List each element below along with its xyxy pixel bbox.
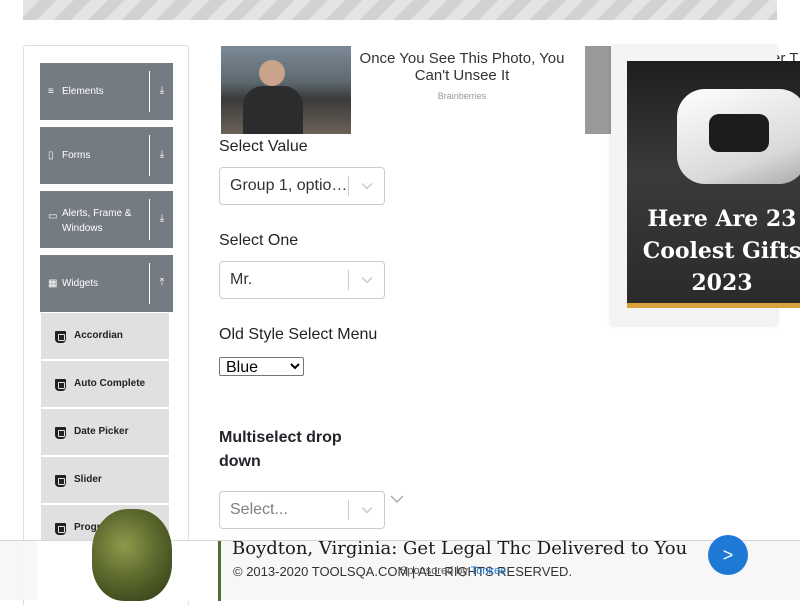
video-ad-caption[interactable]: Here Are 23 Coolest Gifts 2023 bbox=[627, 203, 800, 299]
video-ad-product-image bbox=[677, 89, 800, 184]
select-separator bbox=[348, 270, 349, 290]
multiselect-label: Multiselect drop down bbox=[219, 429, 342, 470]
document-icon: ▯ bbox=[48, 150, 54, 161]
multiselect-dropdown[interactable]: Select... bbox=[219, 491, 385, 529]
ad-source[interactable]: Brainberries bbox=[352, 91, 572, 101]
hamburger-icon: ≡ bbox=[48, 86, 54, 97]
sidebar-group-label: Widgets bbox=[62, 278, 99, 289]
upload-arrow-icon[interactable]: ⤒ bbox=[156, 277, 168, 288]
sidebar-item-label: Auto Complete bbox=[74, 378, 146, 389]
sidebar-group-label: Forms bbox=[62, 150, 91, 161]
grid-icon: ▦ bbox=[48, 278, 58, 289]
bottom-ad-next-button[interactable]: > bbox=[708, 535, 748, 575]
download-arrow-icon[interactable]: ⤓ bbox=[156, 149, 168, 160]
ad-photo-person-body bbox=[243, 86, 303, 134]
bottom-ad-headline[interactable]: Boydton, Virginia: Get Legal Thc Deliver… bbox=[232, 538, 687, 559]
sidebar-group-divider bbox=[149, 199, 150, 240]
old-style-select-label: Old Style Select Menu bbox=[219, 326, 378, 343]
sidebar-group-widgets[interactable]: ▦ Widgets ⤒ bbox=[40, 255, 173, 312]
sidebar-item-label: Date Picker bbox=[74, 426, 129, 437]
sidebar-group-divider bbox=[149, 135, 150, 176]
bottom-ad-product-image bbox=[92, 509, 172, 601]
window-icon: ▭ bbox=[48, 211, 58, 222]
download-arrow-icon[interactable]: ⤓ bbox=[156, 213, 168, 224]
chevron-down-icon[interactable] bbox=[358, 178, 376, 194]
sidebar-group-label: Alerts, Frame & Windows bbox=[62, 208, 132, 234]
sidebar-group-elements[interactable]: ≡ Elements ⤓ bbox=[40, 63, 173, 120]
html5-icon bbox=[55, 427, 66, 439]
select-separator bbox=[348, 500, 349, 520]
sidebar-item-date-picker[interactable]: Date Picker bbox=[41, 409, 169, 456]
html5-icon bbox=[55, 475, 66, 487]
html5-icon bbox=[55, 523, 66, 535]
sidebar-group-forms[interactable]: ▯ Forms ⤓ bbox=[40, 127, 173, 184]
chevron-down-icon[interactable] bbox=[358, 272, 376, 288]
select-value-label: Select Value bbox=[219, 138, 308, 155]
bottom-ad-thumbnail[interactable] bbox=[37, 509, 221, 601]
sidebar-item-label: Accordian bbox=[74, 330, 123, 341]
chevron-down-icon[interactable] bbox=[390, 494, 404, 504]
sponsored-prefix: Sponsored by bbox=[400, 565, 471, 577]
chevron-down-icon[interactable] bbox=[358, 502, 376, 518]
sidebar-item-slider[interactable]: Slider bbox=[41, 457, 169, 504]
html5-icon bbox=[55, 379, 66, 391]
sidebar-group-label: Elements bbox=[62, 86, 104, 97]
select-value-current: Group 1, option 1 bbox=[230, 177, 350, 194]
ad-photo-person bbox=[259, 60, 285, 86]
select-separator bbox=[348, 176, 349, 196]
select-one-current: Mr. bbox=[230, 271, 253, 288]
multiselect-placeholder: Select... bbox=[230, 501, 288, 518]
select-one-label: Select One bbox=[219, 232, 299, 249]
ad-title[interactable]: Once You See This Photo, You Can't Unsee… bbox=[352, 50, 572, 84]
sidebar-group-alerts[interactable]: ▭ Alerts, Frame & Windows ⤓ bbox=[40, 191, 173, 248]
select-one-dropdown[interactable]: Mr. bbox=[219, 261, 385, 299]
old-style-select[interactable]: Blue bbox=[219, 357, 304, 376]
ad-photo[interactable] bbox=[221, 46, 351, 134]
select-value-dropdown[interactable]: Group 1, option 1 bbox=[219, 167, 385, 205]
sidebar-group-divider bbox=[149, 263, 150, 304]
download-arrow-icon[interactable]: ⤓ bbox=[156, 85, 168, 96]
video-progress-bar[interactable] bbox=[627, 303, 800, 308]
sidebar-item-label: Slider bbox=[74, 474, 102, 485]
sidebar-item-accordian[interactable]: Accordian bbox=[41, 313, 169, 360]
sidebar-item-auto-complete[interactable]: Auto Complete bbox=[41, 361, 169, 408]
sponsored-brand-link[interactable]: Tonkee bbox=[471, 565, 506, 577]
top-ad-banner[interactable] bbox=[23, 0, 777, 20]
html5-icon bbox=[55, 331, 66, 343]
sidebar-group-divider bbox=[149, 71, 150, 112]
bottom-ad-sponsored[interactable]: Sponsored by Tonkee bbox=[400, 565, 506, 577]
